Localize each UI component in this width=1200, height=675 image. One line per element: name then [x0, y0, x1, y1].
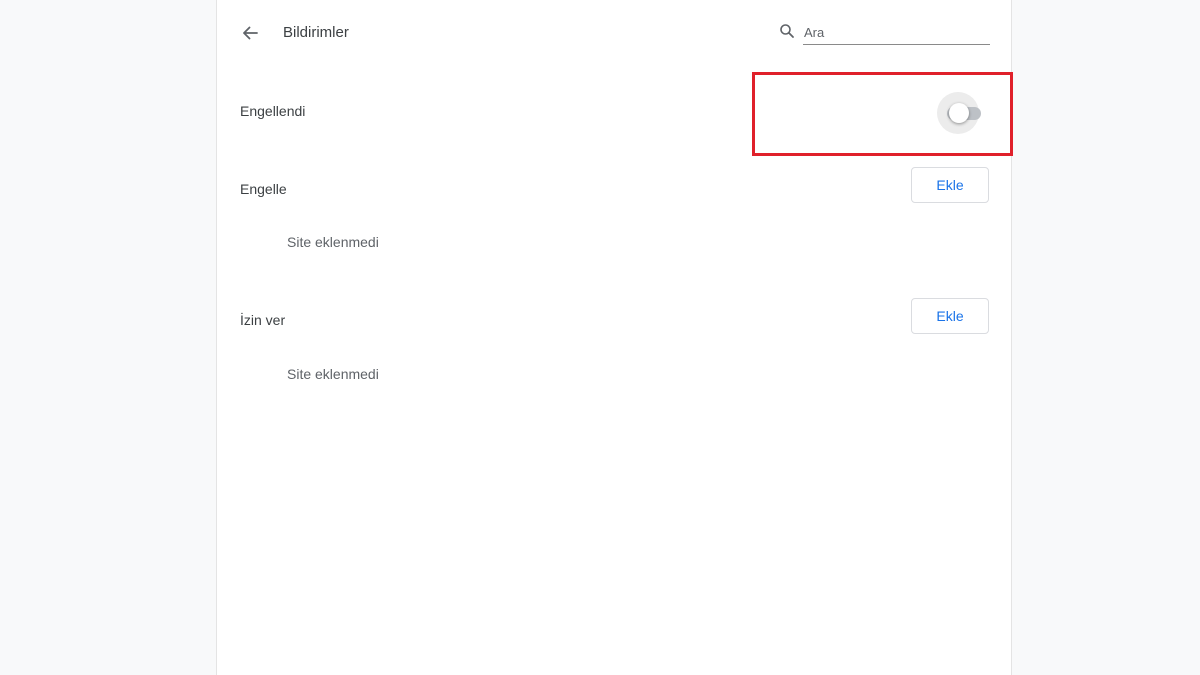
search-box [779, 20, 991, 46]
block-add-button[interactable]: Ekle [911, 167, 989, 203]
arrow-left-icon [243, 26, 258, 40]
blocked-setting-label: Engellendi [240, 103, 306, 119]
block-empty-text: Site eklenmedi [287, 234, 379, 250]
allow-empty-text: Site eklenmedi [287, 366, 379, 382]
notifications-settings-panel: Bildirimler Engellendi Engelle Ekle Site… [216, 0, 1013, 675]
block-section-label: Engelle [240, 181, 287, 197]
search-input[interactable] [803, 20, 990, 45]
highlight-annotation [752, 72, 1013, 156]
page-title: Bildirimler [283, 24, 349, 41]
allow-section-label: İzin ver [240, 312, 286, 328]
back-button[interactable] [237, 20, 263, 46]
search-icon [780, 24, 794, 38]
allow-add-button[interactable]: Ekle [911, 298, 989, 334]
